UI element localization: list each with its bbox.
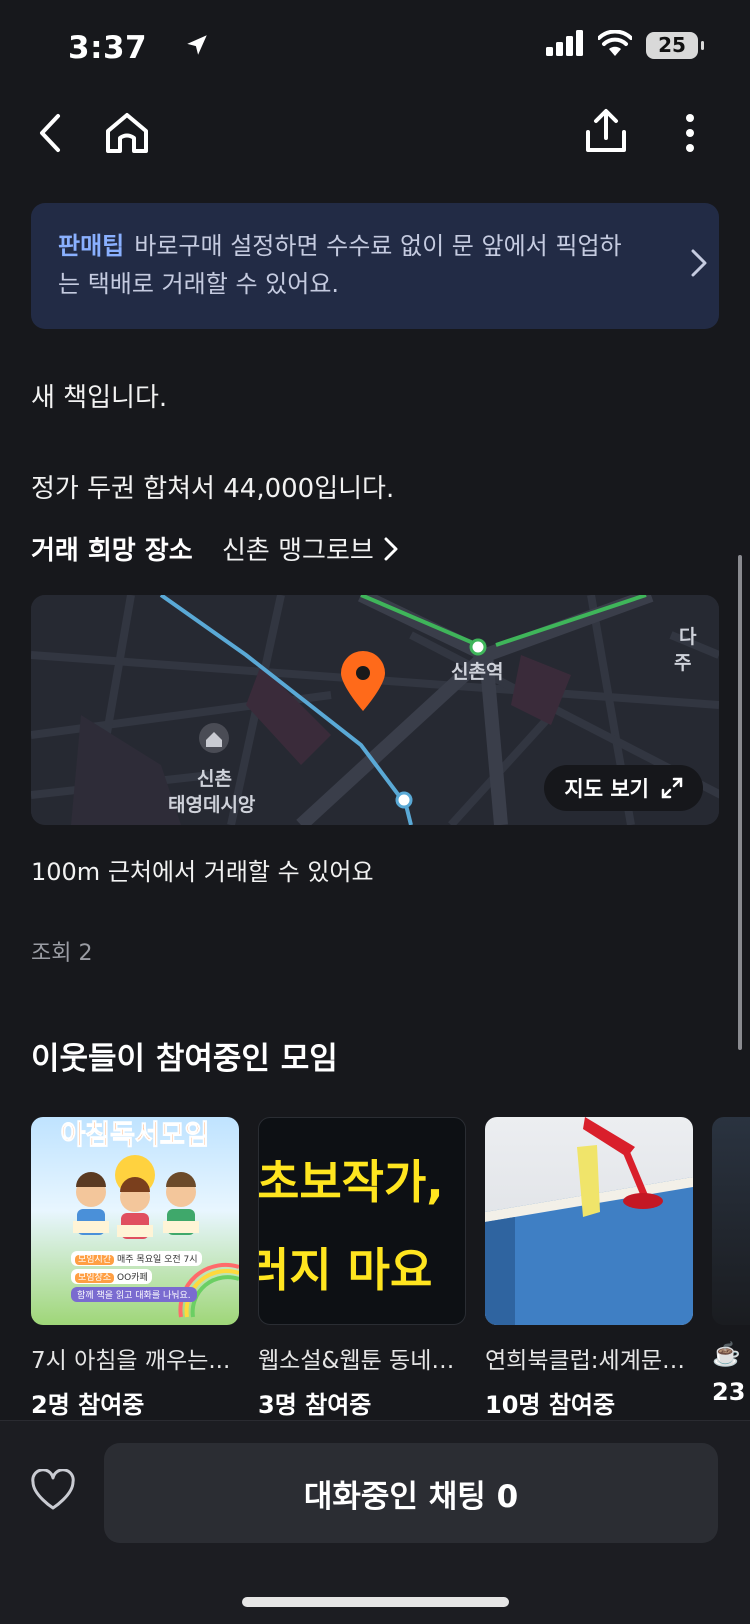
more-vertical-icon (686, 114, 694, 152)
status-icons: 25 (187, 29, 704, 60)
wifi-icon (597, 29, 633, 60)
nearby-note: 100m 근처에서 거래할 수 있어요 (31, 858, 374, 886)
group-thumbnail: 아침독서모임 모임시간 매주 목요일 오전 7시 모임장소 OO카페 함께 책을… (31, 1117, 239, 1325)
chevron-right-icon (384, 537, 398, 560)
home-icon (106, 113, 148, 153)
heart-icon (31, 1468, 75, 1510)
share-button[interactable] (578, 103, 634, 159)
group-member-count: 10명 참여중 (485, 1391, 616, 1419)
group-member-count: 23 (712, 1378, 746, 1406)
map-edge-label-1: 다 (679, 626, 697, 648)
home-indicator (242, 1597, 509, 1607)
location-pin-icon (339, 650, 387, 716)
view-map-button[interactable]: 지도 보기 (544, 765, 703, 811)
group-title: 웹소설&웹툰 동네… (258, 1348, 455, 1374)
thumb-info-1-label: 모임시간 (75, 1255, 115, 1265)
map-landmark-label-1: 신촌 (197, 768, 232, 790)
selling-tip-banner[interactable]: 판매팁 바로구매 설정하면 수수료 없이 문 앞에서 픽업하는 택배로 거래할 수… (31, 203, 719, 329)
chevron-left-icon (40, 114, 60, 152)
scrollbar[interactable] (738, 555, 742, 1050)
group-card[interactable]: 아침독서모임 모임시간 매주 목요일 오전 7시 모임장소 OO카페 함께 책을… (31, 1117, 239, 1420)
group-title: 7시 아침을 깨우는... (31, 1348, 231, 1374)
battery-indicator: 25 (646, 31, 704, 59)
view-count: 조회 2 (31, 941, 93, 966)
group-title: ☕️ (712, 1342, 741, 1368)
thumb-text-2: 러지 마요 (258, 1243, 433, 1297)
place-link[interactable]: 신촌 맹그로브 (222, 530, 398, 567)
group-thumbnail: 초보작가, 러지 마요 (258, 1117, 466, 1325)
expand-icon (661, 777, 683, 799)
map-landmark-label-2: 태영데시앙 (168, 794, 256, 816)
signal-icon (546, 30, 584, 60)
thumb-info-1: 모임시간 매주 목요일 오전 7시 (71, 1251, 202, 1266)
group-card[interactable]: ☕️ 23 (712, 1117, 750, 1406)
thumb-text-1: 초보작가, (258, 1155, 444, 1209)
thumb-info-2: 모임장소 OO카페 (71, 1269, 152, 1284)
description-line-2: 정가 두권 합쳐서 44,000입니다. (31, 474, 395, 504)
description-line-1: 새 책입니다. (31, 383, 168, 413)
chat-button[interactable]: 대화중인 채팅 0 (104, 1443, 718, 1543)
status-time: 3:37 (68, 30, 148, 66)
thumb-info-2-value: OO카페 (117, 1273, 148, 1283)
group-title: 연희북클럽:세계문… (485, 1348, 686, 1374)
location-arrow-icon (184, 32, 210, 62)
group-card[interactable]: 초보작가, 러지 마요 웹소설&웹툰 동네… 3명 참여중 (258, 1117, 466, 1420)
thumb-info-3: 함께 책을 읽고 대화를 나눠요. (71, 1287, 197, 1302)
thumb-info-1-value: 매주 목요일 오전 7시 (117, 1255, 198, 1265)
thumb-info-2-label: 모임장소 (75, 1273, 115, 1283)
group-member-count: 2명 참여중 (31, 1391, 145, 1419)
group-thumbnail (485, 1117, 693, 1325)
like-button[interactable] (30, 1468, 76, 1515)
chevron-right-icon (690, 248, 708, 282)
home-button[interactable] (99, 105, 155, 161)
group-thumbnail (712, 1117, 750, 1325)
more-options-button[interactable] (662, 105, 718, 161)
share-icon (586, 109, 626, 152)
place-label: 거래 희망 장소 (31, 536, 193, 566)
tip-text: 바로구매 설정하면 수수료 없이 문 앞에서 픽업하는 택배로 거래할 수 있어… (58, 232, 622, 298)
map-station-label: 신촌역 (451, 661, 504, 683)
view-map-label: 지도 보기 (564, 777, 649, 801)
map-edge-label-2: 주 (674, 652, 692, 674)
back-button[interactable] (23, 105, 79, 161)
place-value: 신촌 맹그로브 (222, 536, 374, 566)
book-lamp-illustration (485, 1117, 693, 1325)
groups-section-title: 이웃들이 참여중인 모임 (31, 1041, 338, 1077)
group-card[interactable]: 연희북클럽:세계문… 10명 참여중 (485, 1117, 693, 1420)
map-preview[interactable]: 신촌역 신촌 태영데시앙 다 주 지도 보기 (31, 595, 719, 825)
bottom-action-bar: 대화중인 채팅 0 (0, 1420, 750, 1624)
group-member-count: 3명 참여중 (258, 1391, 372, 1419)
tip-tag: 판매팁 (58, 232, 125, 260)
